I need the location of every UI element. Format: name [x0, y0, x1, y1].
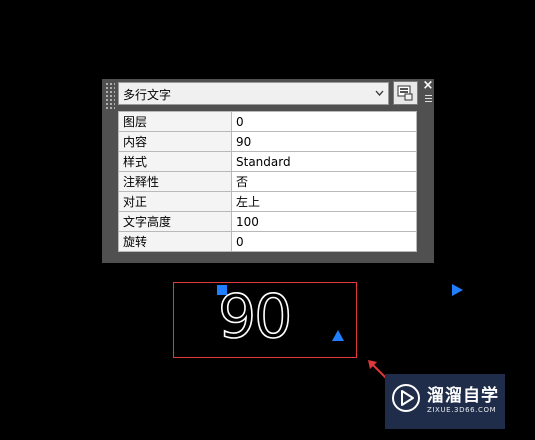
selected-mtext-bounds[interactable]: 90 [173, 281, 357, 358]
property-row[interactable]: 内容 90 [118, 131, 417, 152]
property-name: 内容 [118, 131, 232, 152]
object-type-dropdown[interactable]: 多行文字 [118, 82, 389, 105]
palette-close-button[interactable]: × [422, 79, 434, 92]
select-objects-icon [397, 85, 413, 101]
property-name: 图层 [118, 111, 232, 132]
property-value[interactable]: Standard [231, 151, 417, 172]
mtext-content[interactable]: 90 [217, 281, 293, 353]
palette-drag-handle[interactable] [105, 82, 115, 110]
watermark-site: ZIXUE.3D66.COM [427, 406, 497, 414]
width-grip-icon[interactable] [452, 284, 463, 296]
property-value[interactable]: 100 [231, 211, 417, 232]
quick-properties-palette: 多行文字 × 图层 0 内容 90 样式 Standard 注释性 否 对正 左… [102, 79, 434, 263]
watermark-brand: 溜溜自学 [427, 386, 499, 406]
property-value[interactable]: 否 [231, 171, 417, 192]
select-objects-button[interactable] [393, 81, 418, 105]
play-logo-icon [392, 384, 420, 412]
property-value[interactable]: 0 [231, 111, 417, 132]
property-row[interactable]: 文字高度 100 [118, 211, 417, 232]
property-value[interactable]: 0 [231, 231, 417, 252]
height-grip-icon[interactable] [332, 330, 344, 341]
property-row[interactable]: 注释性 否 [118, 171, 417, 192]
property-row[interactable]: 图层 0 [118, 111, 417, 132]
object-type-label: 多行文字 [123, 88, 172, 102]
property-row[interactable]: 旋转 0 [118, 231, 417, 252]
insertion-grip[interactable] [217, 285, 227, 295]
property-row[interactable]: 对正 左上 [118, 191, 417, 212]
watermark-logo: 溜溜自学 ZIXUE.3D66.COM [385, 374, 505, 429]
property-row[interactable]: 样式 Standard [118, 151, 417, 172]
property-value[interactable]: 90 [231, 131, 417, 152]
properties-table: 图层 0 内容 90 样式 Standard 注释性 否 对正 左上 文字高度 … [118, 111, 417, 252]
palette-menu-button[interactable] [424, 93, 434, 105]
property-name: 样式 [118, 151, 232, 172]
property-name: 对正 [118, 191, 232, 212]
property-name: 旋转 [118, 231, 232, 252]
property-value[interactable]: 左上 [231, 191, 417, 212]
chevron-down-icon [375, 90, 384, 96]
property-name: 注释性 [118, 171, 232, 192]
property-name: 文字高度 [118, 211, 232, 232]
